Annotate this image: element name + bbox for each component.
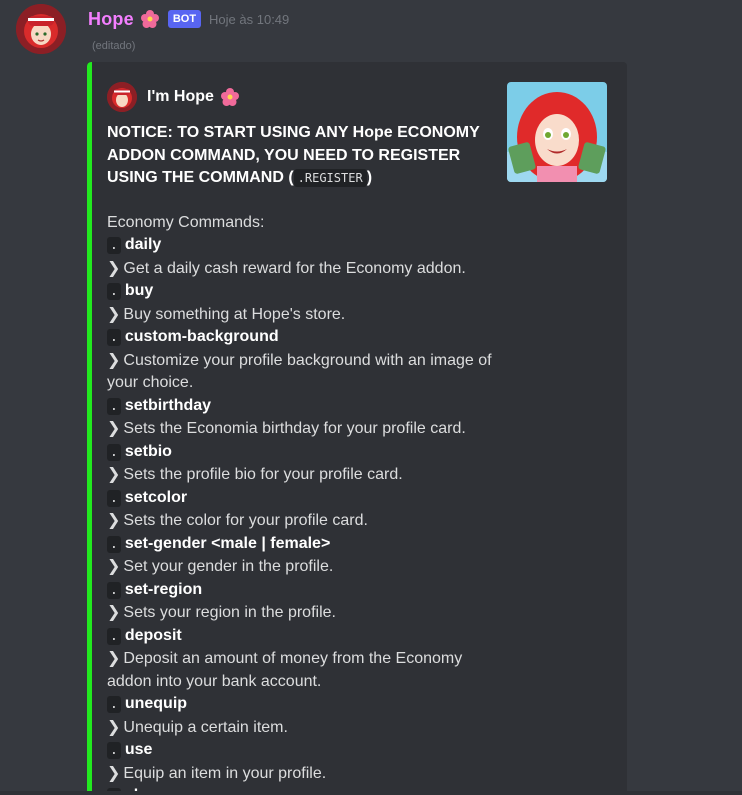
chat-message: Hope BOT Hoje às 10:49 (editado) I'm Hop…: [0, 0, 742, 795]
command-prefix: .: [107, 489, 121, 507]
username[interactable]: Hope: [88, 9, 134, 30]
command-description-text: Set your gender in the profile.: [123, 558, 334, 575]
command-description: ❯ Sets the profile bio for your profile c…: [107, 464, 497, 487]
chevron-right-icon: ❯: [107, 512, 121, 529]
command-name: . custom-background: [107, 326, 497, 350]
command-label: setcolor: [124, 488, 188, 506]
command-name: . buy: [107, 280, 497, 304]
register-command-code: .REGISTER: [293, 169, 367, 187]
chevron-right-icon: ❯: [107, 420, 121, 437]
command-name: . set-region: [107, 579, 497, 603]
command-name: . use: [107, 739, 497, 763]
command-prefix: .: [107, 535, 121, 553]
bot-avatar[interactable]: [16, 4, 66, 54]
command-prefix: .: [107, 627, 121, 645]
chevron-right-icon: ❯: [107, 718, 121, 736]
author-avatar: [107, 82, 137, 112]
chevron-right-icon: ❯: [107, 764, 121, 782]
author-name[interactable]: I'm Hope: [147, 88, 214, 106]
bot-badge: BOT: [167, 10, 202, 28]
chevron-right-icon: ❯: [107, 558, 121, 575]
message-header: Hope BOT Hoje às 10:49: [88, 7, 289, 31]
command-description: ❯ Unequip a certain item.: [107, 717, 497, 740]
command-description-text: Sets your region in the profile.: [123, 604, 336, 621]
command-list: . daily ❯ Get a daily cash reward for the E…: [107, 234, 497, 795]
command-name: . daily: [107, 234, 497, 258]
embed-accent-bar: [87, 62, 92, 795]
chevron-right-icon: ❯: [107, 466, 121, 483]
command-label: buy: [124, 282, 154, 299]
chevron-right-icon: ❯: [107, 351, 121, 369]
command-description-text: Deposit an amount of money from the Econ…: [107, 650, 463, 690]
register-notice: NOTICE: TO START USING ANY Hope ECONOMY …: [107, 124, 480, 187]
message-timestamp[interactable]: Hoje às 10:49: [209, 12, 289, 27]
command-label: daily: [124, 236, 162, 253]
hibiscus-icon: [220, 87, 240, 107]
command-label: setbio: [124, 442, 172, 460]
chevron-right-icon: ❯: [107, 259, 121, 277]
command-description-text: Customize your profile background with a…: [107, 351, 492, 392]
command-prefix: .: [107, 742, 121, 759]
command-prefix: .: [107, 696, 121, 713]
command-description: ❯ Sets the Economia birthday for your pro…: [107, 418, 497, 441]
command-label: set-region: [124, 580, 203, 598]
command-description-text: Equip an item in your profile.: [123, 764, 327, 782]
command-name: . deposit: [107, 625, 497, 649]
embed-author: I'm Hope: [107, 82, 240, 112]
command-description: ❯ Set your gender in the profile.: [107, 556, 497, 579]
command-label: deposit: [124, 626, 182, 644]
command-name: . set-gender <male | female>: [107, 533, 497, 557]
embed-description: NOTICE: TO START USING ANY Hope ECONOMY …: [107, 122, 497, 795]
command-name: . setbio: [107, 441, 497, 465]
command-prefix: .: [107, 329, 121, 346]
command-label: use: [124, 741, 153, 758]
command-description-text: Sets the profile bio for your profile ca…: [123, 466, 403, 483]
command-description-text: Unequip a certain item.: [123, 718, 288, 736]
command-description: ❯ Sets the color for your profile card.: [107, 510, 497, 533]
command-name: . setcolor: [107, 487, 497, 511]
chevron-right-icon: ❯: [107, 604, 121, 621]
command-description-text: Get a daily cash reward for the Economy …: [123, 259, 466, 277]
embed-card: I'm Hope NOTICE: TO START USING ANY Hope…: [87, 62, 627, 795]
command-prefix: .: [107, 397, 121, 415]
command-prefix: .: [107, 237, 121, 254]
edited-label: (editado): [92, 40, 136, 52]
command-name: . unequip: [107, 693, 497, 717]
command-name: . setbirthday: [107, 395, 497, 419]
chevron-right-icon: ❯: [107, 305, 121, 323]
command-prefix: .: [107, 283, 121, 300]
command-description-text: Sets the color for your profile card.: [123, 512, 368, 529]
command-prefix: .: [107, 443, 121, 461]
command-description-text: Buy something at Hope's store.: [123, 305, 346, 323]
embed-thumbnail[interactable]: [507, 82, 607, 182]
hibiscus-icon: [140, 9, 160, 29]
command-description: ❯ Sets your region in the profile.: [107, 602, 497, 625]
command-description: ❯ Get a daily cash reward for the Economy…: [107, 258, 497, 281]
command-description: ❯ Customize your profile background with …: [107, 350, 497, 395]
command-description: ❯ Buy something at Hope's store.: [107, 304, 497, 327]
command-prefix: .: [107, 581, 121, 599]
command-label: set-gender <male | female>: [124, 534, 331, 552]
command-label: custom-background: [124, 328, 279, 345]
command-label: setbirthday: [124, 396, 212, 414]
command-description-text: Sets the Economia birthday for your prof…: [123, 420, 466, 437]
chevron-right-icon: ❯: [107, 650, 121, 667]
command-description: ❯ Equip an item in your profile.: [107, 763, 497, 786]
command-label: unequip: [124, 695, 188, 712]
section-title: Economy Commands:: [107, 213, 265, 231]
chat-bottom-edge: [0, 791, 742, 795]
command-description: ❯ Deposit an amount of money from the Eco…: [107, 648, 497, 693]
